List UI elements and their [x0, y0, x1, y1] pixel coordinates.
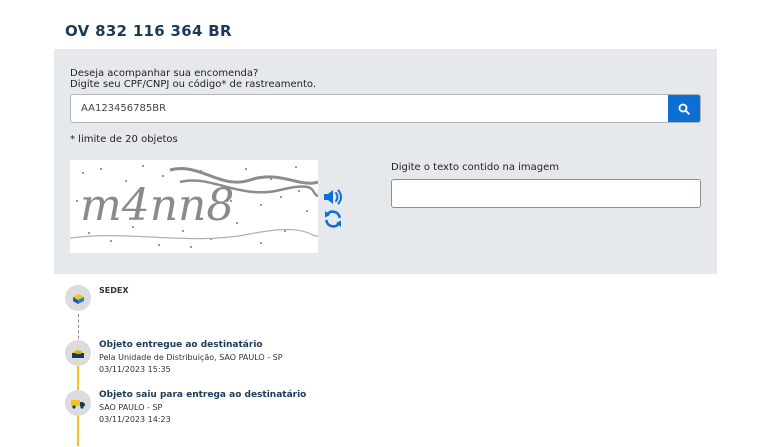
event-location: Pela Unidade de Distribuição, SAO PAULO … [99, 353, 283, 362]
tracking-timeline: SEDEX Objeto entregue ao destinatário Pe… [0, 280, 783, 447]
speaker-icon [324, 189, 342, 205]
captcha-text: m4nn8 [80, 180, 234, 231]
search-box [70, 94, 701, 123]
search-intro-line1: Deseja acompanhar sua encomenda? [70, 68, 259, 79]
limit-note: * limite de 20 objetos [70, 134, 178, 145]
event-datetime: 03/11/2023 15:35 [99, 365, 171, 374]
event-title: Objeto saiu para entrega ao destinatário [99, 390, 307, 400]
package-posted-icon [73, 294, 84, 304]
tracking-code-title: OV 832 116 364 BR [65, 22, 232, 40]
search-icon [678, 103, 690, 115]
captcha-refresh-button[interactable] [323, 209, 343, 229]
captcha-noise: m4nn8 [70, 165, 318, 248]
captcha-audio-button[interactable] [322, 188, 344, 206]
search-intro: Deseja acompanhar sua encomenda? Digite … [70, 68, 316, 90]
search-intro-line2: Digite seu CPF/CNPJ ou código* de rastre… [70, 79, 317, 90]
delivered-package-icon [72, 349, 84, 358]
tracking-search-input[interactable] [71, 95, 668, 122]
event-datetime: 03/11/2023 14:23 [99, 415, 171, 424]
captcha-image: m4nn8 [70, 160, 318, 253]
captcha-input-label: Digite o texto contido na imagem [391, 162, 560, 173]
search-panel: Deseja acompanhar sua encomenda? Digite … [54, 49, 717, 274]
captcha-input[interactable] [391, 179, 701, 208]
delivery-truck-icon [71, 400, 85, 409]
event-location: SAO PAULO - SP [99, 403, 163, 412]
event-icon-posted [65, 285, 91, 311]
refresh-icon [325, 210, 341, 228]
event-icon-out-for-delivery [65, 390, 91, 416]
event-icon-delivered [65, 340, 91, 366]
service-label: SEDEX [99, 286, 129, 295]
event-title: Objeto entregue ao destinatário [99, 340, 263, 350]
search-button[interactable] [668, 95, 700, 122]
